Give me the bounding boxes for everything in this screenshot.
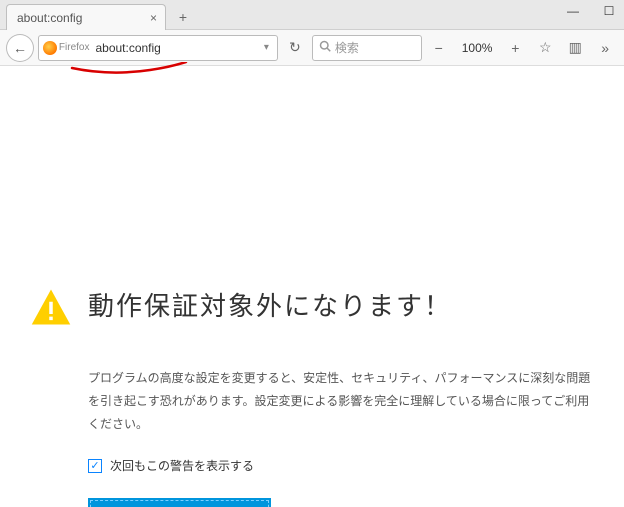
reload-button[interactable]: ↻	[282, 35, 308, 61]
maximize-button[interactable]: ☐	[598, 2, 620, 20]
overflow-menu-icon[interactable]: »	[592, 35, 618, 61]
url-dropdown-icon[interactable]: ▾	[260, 42, 273, 53]
back-button[interactable]: ←	[6, 34, 34, 62]
toolbar: ← Firefox about:config ▾ ↻ 検索 − 100% + ☆…	[0, 30, 624, 66]
tab-title: about:config	[17, 11, 148, 25]
search-placeholder: 検索	[335, 39, 359, 56]
zoom-in-button[interactable]: +	[502, 35, 528, 61]
warning-icon	[30, 286, 72, 333]
library-icon[interactable]: ▥	[562, 35, 588, 61]
search-bar[interactable]: 検索	[312, 35, 422, 61]
zoom-level: 100%	[456, 41, 499, 55]
minimize-button[interactable]: —	[562, 2, 584, 20]
window-controls: — ☐	[562, 2, 620, 20]
zoom-out-button[interactable]: −	[426, 35, 452, 61]
checkbox-label: 次回もこの警告を表示する	[110, 457, 254, 474]
show-warning-checkbox-row[interactable]: ✓ 次回もこの警告を表示する	[88, 457, 594, 474]
accept-risk-button[interactable]: 細心の注意を払って使用する	[88, 498, 271, 507]
titlebar: about:config × + — ☐	[0, 0, 624, 30]
bookmark-star-icon[interactable]: ☆	[532, 35, 558, 61]
page-content: 動作保証対象外になります！ プログラムの高度な設定を変更すると、安定性、セキュリ…	[0, 66, 624, 507]
search-icon	[319, 40, 331, 55]
firefox-icon	[43, 41, 57, 55]
url-bar[interactable]: Firefox about:config ▾	[38, 35, 278, 61]
new-tab-button[interactable]: +	[170, 6, 196, 28]
warning-title: 動作保証対象外になります！	[88, 286, 452, 323]
warning-body: プログラムの高度な設定を変更すると、安定性、セキュリティ、パフォーマンスに深刻な…	[88, 367, 594, 435]
checkbox-icon[interactable]: ✓	[88, 459, 102, 473]
url-text: about:config	[95, 41, 259, 55]
identity-label: Firefox	[59, 42, 90, 53]
close-tab-icon[interactable]: ×	[148, 11, 159, 25]
browser-tab[interactable]: about:config ×	[6, 4, 166, 30]
